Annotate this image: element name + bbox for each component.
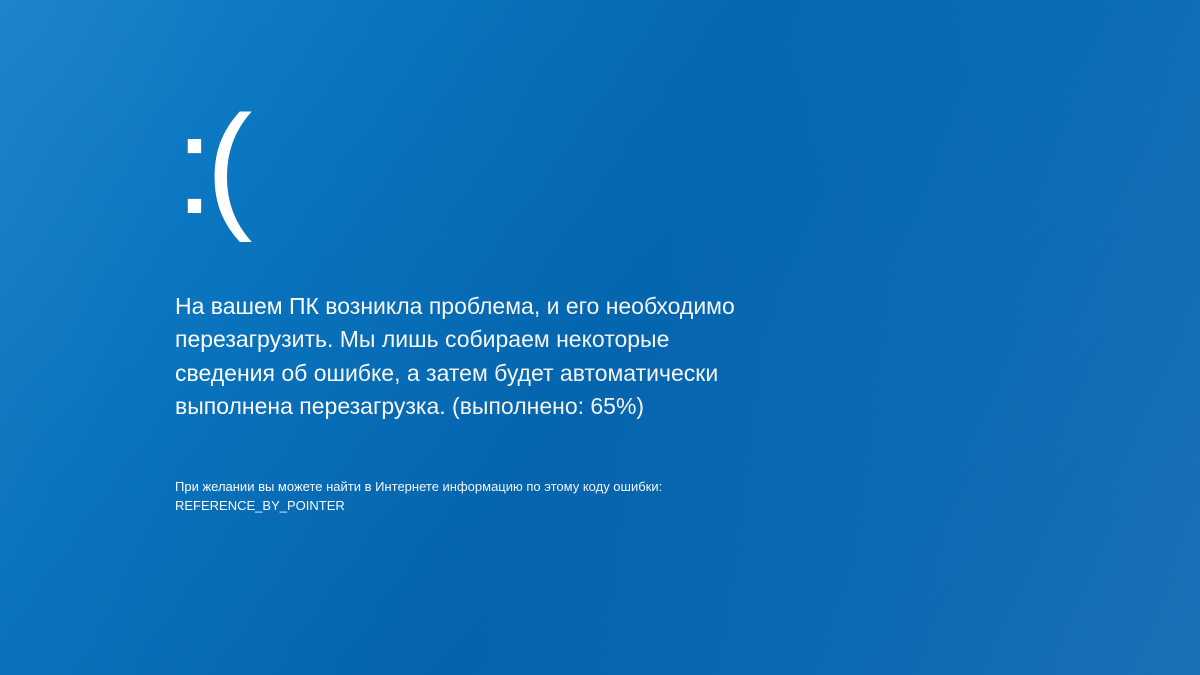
error-message: На вашем ПК возникла проблема, и его нео… [175,290,735,423]
sad-face-emoticon: :( [175,95,760,235]
bsod-container: :( На вашем ПК возникла проблема, и его … [0,0,760,515]
error-code-info: При желании вы можете найти в Интернете … [175,478,760,514]
